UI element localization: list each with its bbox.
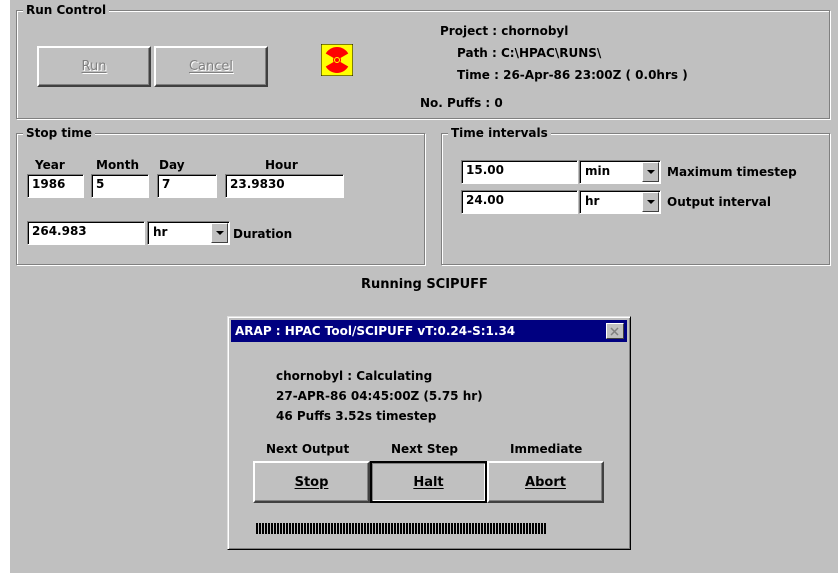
run-control-group: Run Control Run Cancel Project : chornob… <box>16 3 830 119</box>
next-step-label: Next Step <box>391 442 458 456</box>
dialog-titlebar: ARAP : HPAC Tool/SCIPUFF vT:0.24-S:1.34 <box>231 320 627 342</box>
calc-time-line: 27-APR-86 04:45:00Z (5.75 hr) <box>276 389 483 403</box>
hpac-run-window: Run Control Run Cancel Project : chornob… <box>0 0 838 573</box>
month-label: Month <box>96 158 140 172</box>
chevron-down-icon[interactable] <box>211 223 228 243</box>
cancel-button[interactable]: Cancel <box>154 46 268 87</box>
max-timestep-unit-select[interactable]: min <box>579 160 661 184</box>
hour-label: Hour <box>265 158 298 172</box>
year-label: Year <box>35 158 65 172</box>
run-button[interactable]: Run <box>37 46 151 87</box>
year-field[interactable]: 1986 <box>27 174 84 198</box>
project-text: Project : chornobyl <box>440 24 569 38</box>
scipuff-progress-dialog: ARAP : HPAC Tool/SCIPUFF vT:0.24-S:1.34 … <box>227 316 631 550</box>
output-interval-field[interactable]: 24.00 <box>461 190 578 214</box>
dialog-title: ARAP : HPAC Tool/SCIPUFF vT:0.24-S:1.34 <box>235 324 516 338</box>
output-interval-unit-value: hr <box>585 194 600 208</box>
run-status-text: Running SCIPUFF <box>361 277 488 292</box>
close-icon <box>610 327 619 336</box>
day-label: Day <box>159 158 185 172</box>
calc-status-line: chornobyl : Calculating <box>276 369 433 383</box>
duration-unit-value: hr <box>153 225 168 239</box>
puffs-text: No. Puffs : 0 <box>420 96 503 110</box>
hour-field[interactable]: 23.9830 <box>225 174 344 198</box>
abort-button[interactable]: Abort <box>487 461 604 503</box>
progress-bar <box>256 523 546 534</box>
max-timestep-label: Maximum timestep <box>667 165 797 179</box>
duration-field[interactable]: 264.983 <box>27 221 145 245</box>
radiation-icon <box>320 43 354 77</box>
time-text: Time : 26-Apr-86 23:00Z ( 0.0hrs ) <box>457 68 688 82</box>
duration-unit-select[interactable]: hr <box>147 221 230 245</box>
run-control-title: Run Control <box>23 3 110 17</box>
stop-time-title: Stop time <box>23 126 95 140</box>
chevron-down-icon[interactable] <box>642 192 659 212</box>
duration-label: Duration <box>233 227 293 241</box>
stop-time-group: Stop time Year Month Day Hour 1986 5 7 2… <box>16 126 425 265</box>
month-field[interactable]: 5 <box>91 174 149 198</box>
time-intervals-group: Time intervals 15.00 min Maximum timeste… <box>441 126 830 265</box>
time-intervals-title: Time intervals <box>448 126 551 140</box>
immediate-label: Immediate <box>510 442 583 456</box>
max-timestep-field[interactable]: 15.00 <box>461 160 578 184</box>
path-text: Path : C:\HPAC\RUNS\ <box>457 46 602 60</box>
calc-puffs-line: 46 Puffs 3.52s timestep <box>276 409 437 423</box>
close-button[interactable] <box>606 323 624 339</box>
max-timestep-unit-value: min <box>585 164 611 178</box>
day-field[interactable]: 7 <box>157 174 217 198</box>
output-interval-label: Output interval <box>667 195 772 209</box>
chevron-down-icon[interactable] <box>642 162 659 182</box>
halt-button[interactable]: Halt <box>370 461 487 503</box>
output-interval-unit-select[interactable]: hr <box>579 190 661 214</box>
stop-button[interactable]: Stop <box>253 461 370 503</box>
next-output-label: Next Output <box>266 442 350 456</box>
